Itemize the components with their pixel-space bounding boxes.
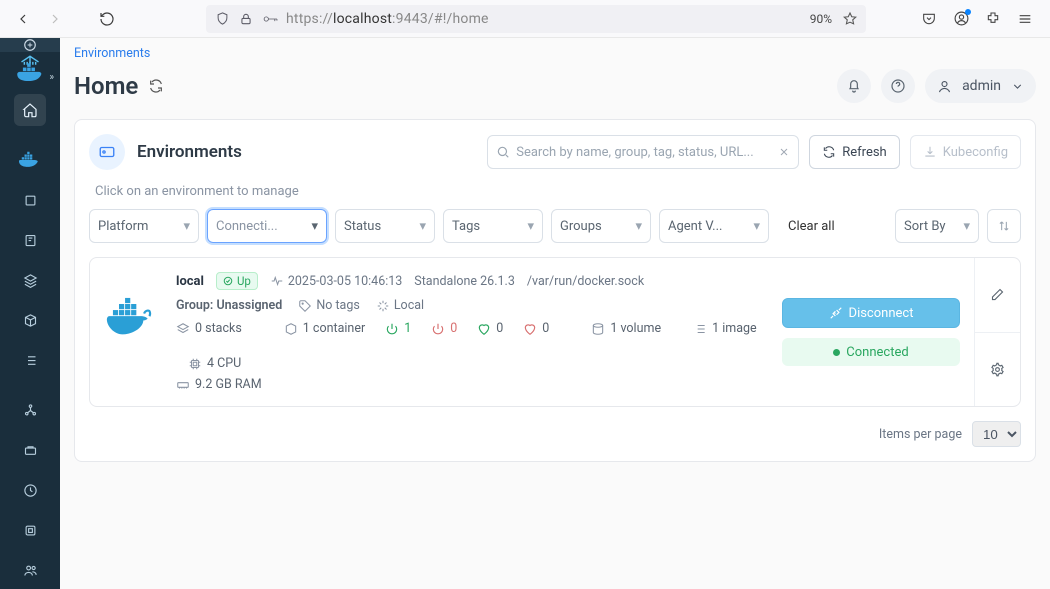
user-icon [937,79,952,94]
unplug-icon [829,306,843,320]
url-bar[interactable]: https://localhost:9443/#!/home 90% [206,5,866,33]
search-input[interactable]: Search by name, group, tag, status, URL.… [487,135,799,169]
page-title: Home [74,72,164,100]
lock-icon [238,11,254,27]
stat-cpu: 4 CPU [188,356,241,371]
stat-stacks: 0 stacks [176,321,242,336]
reload-button[interactable] [94,6,120,32]
refresh-icon[interactable] [148,78,164,94]
stat-volumes: 1 volume [591,321,661,336]
forward-button[interactable] [42,6,68,32]
user-menu[interactable]: admin [925,69,1036,103]
sidebar-item-containers[interactable] [14,304,46,336]
env-edition: Standalone 26.1.3 [414,274,515,289]
account-icon[interactable] [952,10,970,28]
pager: Items per page 10 [75,421,1035,461]
filter-connection[interactable]: Connecti...▾ [207,209,327,243]
status-dot-icon [833,349,840,356]
stat-containers: 1 container [284,321,365,336]
sidebar-item-layers[interactable] [14,264,46,296]
sidebar-item-volumes[interactable] [14,434,46,466]
url-text: https://localhost:9443/#!/home [286,11,489,27]
sidebar: » [0,38,60,589]
filter-bar: Platform▾ Connecti...▾ Status▾ Tags▾ Gro… [75,209,1035,257]
clear-all-button[interactable]: Clear all [777,209,846,243]
portainer-logo-icon [13,52,47,86]
pager-label: Items per page [879,427,962,442]
status-badge-up: Up [216,272,258,290]
back-button[interactable] [10,6,36,32]
search-icon [496,145,510,159]
menu-icon[interactable] [1016,10,1034,28]
kubeconfig-button: Kubeconfig [910,135,1021,169]
stat-ram: 9.2 GB RAM [176,377,262,392]
user-name: admin [962,78,1001,94]
sidebar-item-host[interactable] [14,514,46,546]
sort-by-select[interactable]: Sort By▾ [895,209,979,243]
sidebar-item-events[interactable] [14,474,46,506]
env-heartbeat: 2025-03-05 10:46:13 [270,274,402,289]
environments-icon [89,134,125,170]
zoom-level[interactable]: 90% [810,12,832,26]
breadcrumb: Environments [60,38,1050,65]
stat-stopped: 0 [431,321,457,336]
filter-tags[interactable]: Tags▾ [443,209,543,243]
panel-hint: Click on an environment to manage [75,184,1035,209]
env-location: Local [376,298,424,313]
sidebar-expand-button[interactable] [0,38,60,52]
key-icon [262,11,278,27]
pager-select[interactable]: 10 [972,421,1021,447]
brand-logo[interactable]: » [0,52,60,86]
clear-search-icon[interactable] [778,146,790,158]
search-placeholder: Search by name, group, tag, status, URL.… [516,145,753,160]
filter-status[interactable]: Status▾ [335,209,435,243]
chevron-right-icon: » [49,72,54,83]
browser-toolbar: https://localhost:9443/#!/home 90% [0,0,1050,38]
sidebar-item-home[interactable] [14,94,46,126]
filter-groups[interactable]: Groups▾ [551,209,651,243]
extensions-icon[interactable] [984,10,1002,28]
stat-images: 1 image [693,321,757,336]
docker-logo-icon [104,272,160,392]
refresh-button[interactable]: Refresh [809,135,899,169]
env-group: Group: Unassigned [176,298,282,313]
shield-icon [214,11,230,27]
filter-platform[interactable]: Platform▾ [89,209,199,243]
sidebar-item-stacks[interactable] [14,184,46,216]
sidebar-item-templates[interactable] [14,224,46,256]
notifications-button[interactable] [837,69,871,103]
env-name: local [176,274,204,289]
sidebar-item-users[interactable] [14,554,46,586]
sidebar-item-list[interactable] [14,344,46,376]
sidebar-item-networks[interactable] [14,394,46,426]
notification-dot [965,9,971,15]
sort-direction-button[interactable] [987,209,1021,243]
environments-panel: Environments Search by name, group, tag,… [74,119,1036,462]
breadcrumb-link-environments[interactable]: Environments [74,46,150,61]
env-socket-path: /var/run/docker.sock [527,274,644,289]
stat-running: 1 [385,321,411,336]
panel-title: Environments [137,142,242,162]
stat-health-bad: 0 [523,321,549,336]
refresh-icon [822,145,836,159]
chevron-down-icon [1011,80,1024,93]
env-tags: No tags [298,298,360,313]
bookmark-star-icon[interactable] [842,11,858,27]
sidebar-item-environment[interactable] [14,144,46,176]
environment-settings-button[interactable] [975,332,1020,407]
pocket-icon[interactable] [920,10,938,28]
help-button[interactable] [881,69,915,103]
connected-badge: Connected [782,338,960,366]
download-icon [923,145,937,159]
edit-environment-button[interactable] [975,258,1020,332]
filter-agent-version[interactable]: Agent V...▾ [659,209,769,243]
disconnect-button[interactable]: Disconnect [782,298,960,328]
stat-health-ok: 0 [477,321,503,336]
environment-row[interactable]: local Up 2025-03-05 10:46:13 Standalone … [89,257,1021,407]
